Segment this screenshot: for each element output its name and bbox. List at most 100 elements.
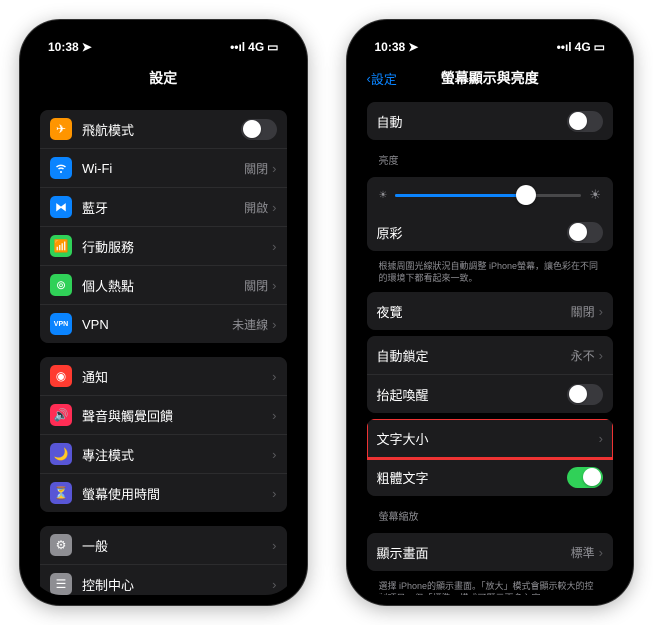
- row-auto[interactable]: 自動: [367, 102, 614, 140]
- chevron-icon: ›: [272, 486, 276, 501]
- page-title: 設定: [149, 68, 177, 88]
- header: ‹ 設定 螢幕顯示與亮度: [357, 60, 624, 96]
- airplane-toggle[interactable]: [241, 119, 277, 140]
- boldtext-toggle[interactable]: [567, 467, 603, 488]
- cellular-icon: 📶: [50, 235, 72, 257]
- row-airplane[interactable]: ✈ 飛航模式: [40, 110, 287, 149]
- chevron-icon: ›: [272, 317, 276, 332]
- control-icon: ☰: [50, 573, 72, 595]
- row-focus[interactable]: 🌙 專注模式 ›: [40, 435, 287, 474]
- auto-toggle[interactable]: [567, 111, 603, 132]
- row-hotspot[interactable]: ⊚ 個人熱點 關閉 ›: [40, 266, 287, 305]
- row-notifications[interactable]: ◉ 通知 ›: [40, 357, 287, 396]
- auto-label: 自動: [377, 112, 568, 131]
- chevron-icon: ›: [272, 447, 276, 462]
- brightness-slider-row: ☀ ☀: [367, 177, 614, 213]
- bluetooth-icon: ⧓: [50, 196, 72, 218]
- row-raisewake[interactable]: 抬起喚醒: [367, 375, 614, 413]
- raisewake-label: 抬起喚醒: [377, 385, 568, 404]
- status-time: 10:38: [48, 40, 79, 54]
- chevron-icon: ›: [272, 538, 276, 553]
- wifi-value: 關閉: [244, 160, 268, 177]
- battery-icon: ▭: [594, 40, 605, 54]
- back-label: 設定: [371, 69, 397, 88]
- boldtext-label: 粗體文字: [377, 468, 568, 487]
- displayzoom-value: 標準: [571, 544, 595, 561]
- nightshift-label: 夜覽: [377, 302, 571, 321]
- row-sounds[interactable]: 🔊 聲音與觸覺回饋 ›: [40, 396, 287, 435]
- screen-display: 10:38 ➤ ••ıl 4G ▭ ‹ 設定 螢幕顯示與亮度 自動: [357, 30, 624, 595]
- back-button[interactable]: ‹ 設定: [367, 69, 397, 88]
- truetone-footer: 根據周圍光線狀況自動調整 iPhone螢幕，讓色彩在不同的環境下都看起來一致。: [367, 257, 614, 286]
- focus-icon: 🌙: [50, 443, 72, 465]
- display-list[interactable]: 自動 亮度 ☀ ☀ 原彩 根據周圍光線狀況: [357, 102, 624, 595]
- row-general[interactable]: ⚙ 一般 ›: [40, 526, 287, 565]
- row-wifi[interactable]: Wi-Fi 關閉 ›: [40, 149, 287, 188]
- chevron-icon: ›: [272, 577, 276, 592]
- hotspot-label: 個人熱點: [82, 276, 244, 295]
- autolock-label: 自動鎖定: [377, 346, 571, 365]
- chevron-icon: ›: [272, 239, 276, 254]
- location-icon: ➤: [408, 40, 418, 54]
- page-title: 螢幕顯示與亮度: [441, 68, 539, 88]
- textsize-label: 文字大小: [377, 429, 599, 448]
- chevron-icon: ›: [599, 545, 603, 560]
- bluetooth-label: 藍牙: [82, 198, 244, 217]
- battery-icon: ▭: [267, 40, 278, 54]
- zoom-footer: 選擇 iPhone的顯示畫面。「放大」模式會顯示較大的控制項目，但「標準」模式可…: [367, 577, 614, 595]
- network-label: 4G: [248, 40, 264, 54]
- row-textsize[interactable]: 文字大小 ›: [367, 419, 614, 458]
- chevron-icon: ›: [272, 161, 276, 176]
- phone-left: 10:38 ➤ ••ıl 4G ▭ 設定 ✈ 飛航模式 Wi-Fi: [20, 20, 307, 605]
- signal-icon: ••ıl: [557, 40, 572, 54]
- row-displayzoom[interactable]: 顯示畫面 標準 ›: [367, 533, 614, 571]
- chevron-icon: ›: [272, 278, 276, 293]
- vpn-value: 未連線: [232, 316, 268, 333]
- chevron-icon: ›: [272, 408, 276, 423]
- cellular-label: 行動服務: [82, 237, 272, 256]
- sun-large-icon: ☀: [589, 187, 601, 203]
- notifications-label: 通知: [82, 367, 272, 386]
- brightness-header: 亮度: [367, 146, 614, 171]
- hotspot-value: 關閉: [244, 277, 268, 294]
- general-icon: ⚙: [50, 534, 72, 556]
- chevron-icon: ›: [272, 369, 276, 384]
- autolock-value: 永不: [571, 347, 595, 364]
- phone-right: 10:38 ➤ ••ıl 4G ▭ ‹ 設定 螢幕顯示與亮度 自動: [347, 20, 634, 605]
- row-screentime[interactable]: ⏳ 螢幕使用時間 ›: [40, 474, 287, 512]
- row-boldtext[interactable]: 粗體文字: [367, 458, 614, 496]
- airplane-icon: ✈: [50, 118, 72, 140]
- general-label: 一般: [82, 536, 272, 555]
- raisewake-toggle[interactable]: [567, 384, 603, 405]
- notch: [103, 20, 223, 42]
- screentime-icon: ⏳: [50, 482, 72, 504]
- chevron-icon: ›: [599, 431, 603, 446]
- sounds-label: 聲音與觸覺回饋: [82, 406, 272, 425]
- row-bluetooth[interactable]: ⧓ 藍牙 開啟 ›: [40, 188, 287, 227]
- bluetooth-value: 開啟: [244, 199, 268, 216]
- location-icon: ➤: [82, 40, 92, 54]
- row-nightshift[interactable]: 夜覽 關閉 ›: [367, 292, 614, 330]
- vpn-label: VPN: [82, 317, 232, 332]
- brightness-slider[interactable]: [395, 194, 581, 197]
- row-vpn[interactable]: VPN VPN 未連線 ›: [40, 305, 287, 343]
- row-cellular[interactable]: 📶 行動服務 ›: [40, 227, 287, 266]
- wifi-icon: [50, 157, 72, 179]
- network-label: 4G: [575, 40, 591, 54]
- chevron-icon: ›: [599, 348, 603, 363]
- notifications-icon: ◉: [50, 365, 72, 387]
- row-control[interactable]: ☰ 控制中心 ›: [40, 565, 287, 595]
- screen-settings: 10:38 ➤ ••ıl 4G ▭ 設定 ✈ 飛航模式 Wi-Fi: [30, 30, 297, 595]
- zoom-header: 螢幕縮放: [367, 502, 614, 527]
- row-autolock[interactable]: 自動鎖定 永不 ›: [367, 336, 614, 375]
- hotspot-icon: ⊚: [50, 274, 72, 296]
- displayzoom-label: 顯示畫面: [377, 543, 571, 562]
- chevron-icon: ›: [272, 200, 276, 215]
- sun-small-icon: ☀: [379, 190, 388, 201]
- row-truetone[interactable]: 原彩: [367, 213, 614, 251]
- wifi-label: Wi-Fi: [82, 161, 244, 176]
- nightshift-value: 關閉: [571, 303, 595, 320]
- truetone-toggle[interactable]: [567, 222, 603, 243]
- settings-list[interactable]: ✈ 飛航模式 Wi-Fi 關閉 › ⧓ 藍牙 開啟 › 📶: [30, 110, 297, 595]
- vpn-icon: VPN: [50, 313, 72, 335]
